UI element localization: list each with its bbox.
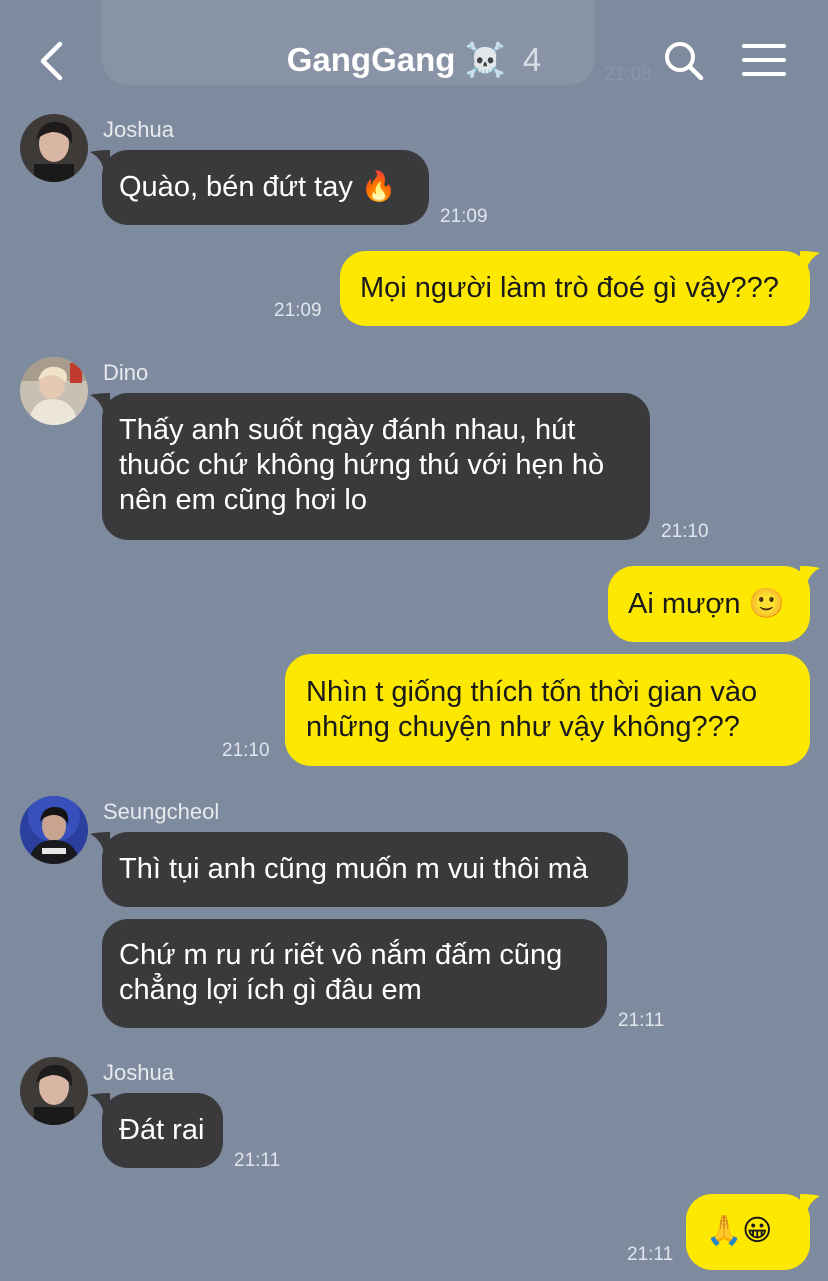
message-text: Đát rai	[119, 1114, 205, 1146]
sender-name: Seungcheol	[103, 799, 220, 824]
message-bubble[interactable]: Chứ m ru rú riết vô nắm đấm cũng chẳng l…	[102, 919, 607, 1028]
message-time: 21:11	[234, 1150, 281, 1171]
message-text: Mọi người làm trò đoé gì vậy???	[360, 272, 779, 304]
message-time: 21:11	[618, 1010, 665, 1031]
message-bubble[interactable]: Nhìn t giống thích tốn thời gian vào nhữ…	[285, 654, 810, 766]
bubble-tail	[800, 251, 820, 273]
bubble-tail	[800, 1194, 820, 1216]
message-text-line: thuốc chứ không hứng thú với hẹn hò	[119, 449, 605, 481]
message-text: Thì tụi anh cũng muốn m vui thôi mà	[119, 853, 589, 885]
sender-name: Joshua	[103, 1060, 174, 1085]
message-time: 21:10	[222, 740, 270, 761]
skull-emoji: ☠️	[464, 41, 506, 78]
avatar-joshua[interactable]	[20, 114, 88, 182]
avatar-joshua[interactable]	[20, 1057, 88, 1125]
sender-name: Joshua	[103, 117, 174, 142]
message-time: 21:09	[274, 300, 322, 321]
bubble-tail	[90, 393, 110, 415]
bubble-tail	[800, 566, 820, 588]
avatar-image	[20, 1057, 88, 1125]
avatar-seungcheol[interactable]	[20, 796, 88, 864]
sender-name: Dino	[103, 360, 149, 385]
message-bubble[interactable]: Thì tụi anh cũng muốn m vui thôi mà	[102, 832, 628, 907]
message-bubble[interactable]: 🙏😀	[686, 1194, 810, 1270]
message-text-line: những chuyện như vậy không???	[306, 711, 740, 743]
message-text: Quào, bén đứt tay 🔥	[119, 171, 398, 203]
avatar-image	[20, 357, 88, 425]
message-text-line: nên em cũng hơi lo	[119, 484, 367, 516]
member-count: 4	[522, 41, 542, 78]
message-text-line: Nhìn t giống thích tốn thời gian vào	[306, 676, 758, 708]
bubble-tail	[90, 832, 110, 854]
message-bubble[interactable]: Mọi người làm trò đoé gì vậy???	[340, 251, 810, 326]
avatar-image	[20, 796, 88, 864]
menu-button[interactable]	[740, 40, 788, 82]
message-bubble[interactable]: Quào, bén đứt tay 🔥	[102, 150, 429, 225]
message-text: 🙏😀	[706, 1215, 773, 1247]
search-icon	[665, 42, 704, 81]
avatar-dino[interactable]	[20, 357, 88, 425]
search-button[interactable]	[660, 38, 706, 84]
chat-header: GangGang ☠️ 4	[0, 0, 828, 120]
hamburger-menu-icon	[742, 44, 786, 76]
message-text-line: chẳng lợi ích gì đâu em	[119, 974, 422, 1006]
message-text: Ai mượn 🙂	[628, 588, 785, 620]
message-bubble[interactable]: Ai mượn 🙂	[608, 566, 810, 642]
avatar-image	[20, 114, 88, 182]
message-bubble[interactable]: Đát rai	[102, 1093, 223, 1168]
message-time: 21:10	[661, 521, 709, 542]
message-text-line: Thấy anh suốt ngày đánh nhau, hút	[119, 414, 576, 446]
message-bubble[interactable]: Thấy anh suốt ngày đánh nhau, hút thuốc …	[102, 393, 650, 540]
message-text-line: Chứ m ru rú riết vô nắm đấm cũng	[119, 939, 563, 971]
bubble-tail	[90, 150, 110, 172]
bubble-tail	[90, 1093, 110, 1115]
message-time: 21:09	[440, 206, 488, 227]
chat-title-text: GangGang	[286, 41, 456, 78]
message-time: 21:11	[627, 1244, 674, 1265]
